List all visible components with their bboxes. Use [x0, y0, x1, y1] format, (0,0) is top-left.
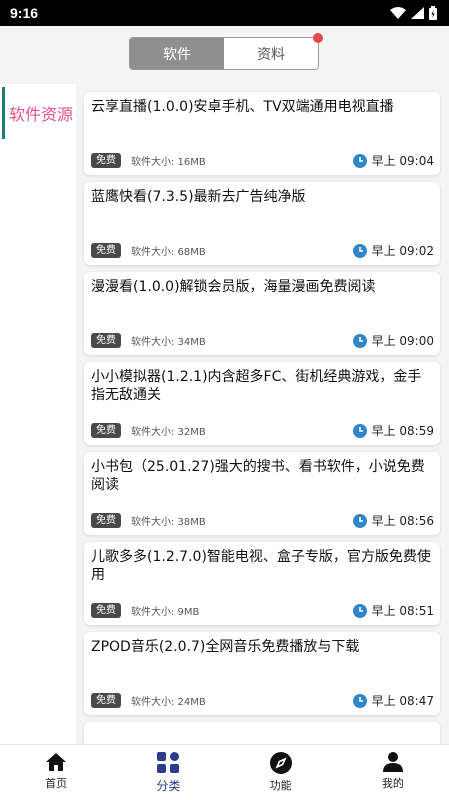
file-size: 软件大小: 16MB: [131, 157, 206, 168]
status-bar: 9:16: [0, 0, 449, 26]
clock-icon: [352, 333, 367, 348]
tab-category-label: 分类: [156, 779, 181, 793]
item-time: 早上 08:47: [371, 694, 434, 708]
notification-dot: [313, 33, 323, 43]
list-item[interactable]: 小小模拟器(1.2.1)内含超多FC、街机经典游戏，金手指无敌通关 免费 软件大小…: [84, 362, 440, 445]
segment-software[interactable]: 软件: [130, 38, 224, 69]
price-badge: 免费: [91, 693, 121, 708]
tab-home[interactable]: 首页: [0, 745, 112, 800]
list-item[interactable]: 蓝鹰快看(7.3.5)最新去广告纯净版 免费 软件大小: 68MB 早上 09:0…: [84, 182, 440, 265]
sidebar: 软件资源: [0, 84, 76, 744]
item-title: 儿歌多多(1.2.7.0)智能电视、盒子专版，官方版免费使用: [91, 549, 431, 583]
item-title: 漫漫看(1.0.0)解锁会员版，海量漫画免费阅读: [91, 279, 376, 295]
tab-profile-label: 我的: [381, 777, 404, 790]
content-list: 云享直播(1.0.0)安卓手机、TV双端通用电视直播 免费 软件大小: 16MB …: [76, 84, 449, 744]
clock-icon: [352, 603, 367, 618]
header: 软件 资料: [0, 26, 449, 84]
price-badge: 免费: [91, 423, 121, 438]
item-time: 早上 08:51: [371, 604, 434, 618]
file-size: 软件大小: 24MB: [131, 697, 206, 708]
clock-icon: [352, 693, 367, 708]
list-item[interactable]: 漫漫看(1.0.0)解锁会员版，海量漫画免费阅读 免费 软件大小: 34MB 早上…: [84, 272, 440, 355]
clock-icon: [352, 243, 367, 258]
clock-icon: [352, 153, 367, 168]
bottom-tab-bar: 首页 分类 功能 我的: [0, 744, 449, 800]
clock-icon: [352, 423, 367, 438]
tab-home-label: 首页: [45, 777, 68, 790]
battery-icon: [429, 6, 437, 20]
clock-icon: [352, 513, 367, 528]
file-size: 软件大小: 9MB: [131, 607, 200, 618]
wifi-icon: [390, 7, 406, 19]
compass-icon: [269, 752, 292, 774]
item-title: 云享直播(1.0.0)安卓手机、TV双端通用电视直播: [91, 99, 394, 115]
list-item[interactable]: 小书包（25.01.27)强大的搜书、看书软件，小说免费阅读 免费 软件大小: 3…: [84, 452, 440, 535]
status-time: 9:16: [10, 5, 39, 21]
tab-profile[interactable]: 我的: [337, 745, 449, 800]
segment-materials[interactable]: 资料: [224, 38, 318, 69]
segment-materials-label: 资料: [257, 46, 285, 63]
list-item-partial[interactable]: [84, 722, 440, 744]
segment-control: 软件 资料: [129, 33, 323, 70]
list-item[interactable]: 儿歌多多(1.2.7.0)智能电视、盒子专版，官方版免费使用 免费 软件大小: 9…: [84, 542, 440, 625]
price-badge: 免费: [91, 333, 121, 348]
segment-software-label: 软件: [163, 46, 191, 63]
category-grid-icon: [157, 752, 180, 773]
list-item[interactable]: 云享直播(1.0.0)安卓手机、TV双端通用电视直播 免费 软件大小: 16MB …: [84, 92, 440, 175]
price-badge: 免费: [91, 153, 121, 168]
home-icon: [46, 753, 67, 771]
tab-category[interactable]: 分类: [112, 745, 224, 800]
sidebar-item-label: 软件资源: [8, 105, 73, 124]
item-time: 早上 08:59: [371, 424, 434, 438]
file-size: 软件大小: 68MB: [131, 247, 206, 258]
item-title: 蓝鹰快看(7.3.5)最新去广告纯净版: [91, 189, 306, 205]
price-badge: 免费: [91, 243, 121, 258]
item-time: 早上 09:04: [371, 154, 434, 168]
person-icon: [382, 752, 403, 772]
price-badge: 免费: [91, 603, 121, 618]
sidebar-active-indicator: [2, 87, 5, 139]
cellular-icon: [411, 7, 424, 19]
sidebar-item-software-resources[interactable]: 软件资源: [0, 87, 76, 139]
tab-features-label: 功能: [269, 779, 292, 792]
file-size: 软件大小: 32MB: [131, 427, 206, 438]
item-time: 早上 09:02: [371, 244, 434, 258]
list-item[interactable]: ZPOD音乐(2.0.7)全网音乐免费播放与下载 免费 软件大小: 24MB 早上…: [84, 632, 440, 715]
file-size: 软件大小: 34MB: [131, 337, 206, 348]
item-time: 早上 08:56: [371, 514, 434, 528]
item-time: 早上 09:00: [371, 334, 434, 348]
price-badge: 免费: [91, 513, 121, 528]
item-title: 小书包（25.01.27)强大的搜书、看书软件，小说免费阅读: [91, 459, 425, 493]
status-icons: [390, 6, 437, 20]
item-title: 小小模拟器(1.2.1)内含超多FC、街机经典游戏，金手指无敌通关: [91, 369, 422, 403]
item-title: ZPOD音乐(2.0.7)全网音乐免费播放与下载: [91, 639, 360, 655]
file-size: 软件大小: 38MB: [131, 517, 206, 528]
tab-features[interactable]: 功能: [225, 745, 337, 800]
